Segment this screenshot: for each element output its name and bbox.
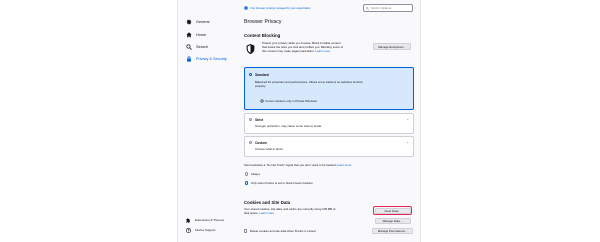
sidebar-item-privacy[interactable]: Privacy & Security	[186, 55, 227, 63]
chevron-down-icon[interactable]: ⌄	[406, 140, 409, 144]
sidebar-footer-extensions[interactable]: Extensions & Themes	[186, 217, 224, 223]
delete-on-close-row[interactable]: Delete cookies and site data when Firefo…	[244, 229, 316, 233]
option-title: Standard	[255, 73, 269, 77]
sidebar-footer-label: Extensions & Themes	[195, 218, 225, 222]
cookies-description: Your stored cookies, site data, and cach…	[244, 207, 336, 215]
page-title: Browser Privacy	[244, 19, 282, 25]
content-blocking-description: Protect your privacy while you browse. B…	[262, 41, 343, 53]
option-custom[interactable]: Custom Choose what to block. ⌄	[244, 136, 414, 157]
manage-data-button[interactable]: Manage Data...	[374, 218, 411, 224]
sidebar-footer-support[interactable]: Firefox Support	[186, 227, 216, 233]
dnt-description: Send websites a “Do Not Track” signal th…	[244, 163, 352, 167]
managed-notice[interactable]: Your browser is being managed by your or…	[244, 5, 310, 11]
cookies-heading: Cookies and Site Data	[244, 200, 291, 205]
home-icon	[186, 32, 192, 38]
dnt-learn-more-link[interactable]: Learn more	[337, 163, 352, 167]
sidebar-item-label: Privacy & Security	[196, 57, 227, 61]
lock-icon	[186, 56, 192, 62]
info-icon	[244, 6, 248, 10]
puzzle-icon	[186, 217, 191, 223]
sidebar-item-home[interactable]: Home	[186, 31, 206, 39]
dnt-option-always[interactable]: Always	[245, 172, 260, 176]
chevron-down-icon[interactable]: ⌄	[406, 117, 409, 121]
help-icon	[186, 227, 191, 233]
option-title: Strict	[255, 118, 264, 122]
preferences-window: General Home Search Privacy & Security E…	[177, 0, 421, 242]
option-strict[interactable]: Strict Stronger protection, may cause so…	[244, 113, 414, 134]
clear-data-button[interactable]: Clear Data...	[374, 207, 411, 214]
sidebar-footer-label: Firefox Support	[195, 228, 216, 232]
search-icon	[186, 44, 192, 50]
dnt-option-blocking[interactable]: Only when Firefox is set to block known …	[245, 181, 313, 185]
screen: General Home Search Privacy & Security E…	[0, 0, 600, 242]
option-standard[interactable]: Standard Balanced for protection and per…	[244, 67, 414, 110]
manage-permissions-button[interactable]: Manage Permissions...	[372, 228, 413, 234]
standard-radio[interactable]	[249, 73, 253, 77]
option-description: Stronger protection, may cause some site…	[255, 124, 322, 128]
tracker-icon	[260, 99, 264, 105]
search-icon	[366, 6, 369, 11]
option-description: Choose what to block.	[255, 147, 284, 151]
option-title: Custom	[255, 141, 267, 145]
custom-radio[interactable]	[249, 141, 253, 145]
sidebar-item-label: Search	[196, 45, 209, 49]
sidebar-item-label: General	[196, 20, 210, 24]
sidebar-item-search[interactable]: Search	[186, 43, 208, 51]
strict-radio[interactable]	[249, 118, 253, 122]
option-description: Balanced for protection and performance.…	[255, 80, 363, 88]
find-input[interactable]	[371, 6, 411, 10]
learn-more-link[interactable]: Learn more	[315, 49, 330, 53]
cookies-learn-more-link[interactable]: Learn more	[259, 211, 274, 215]
manage-exceptions-button[interactable]: Manage Exceptions...	[373, 43, 411, 50]
sidebar: General Home Search Privacy & Security E…	[178, 0, 240, 242]
shield-icon	[246, 44, 255, 54]
dnt-blocking-radio[interactable]	[245, 181, 249, 185]
private-windows-note: Known trackers only in Private Windows	[260, 99, 317, 105]
delete-on-close-checkbox[interactable]	[244, 229, 248, 233]
content-blocking-heading: Content Blocking	[244, 33, 281, 38]
dnt-always-radio[interactable]	[245, 172, 249, 176]
managed-notice-text: Your browser is being managed by your or…	[250, 6, 311, 10]
sidebar-item-label: Home	[196, 33, 207, 37]
sidebar-item-general[interactable]: General	[186, 18, 210, 26]
find-in-options[interactable]	[363, 4, 413, 12]
gear-icon	[186, 19, 192, 25]
